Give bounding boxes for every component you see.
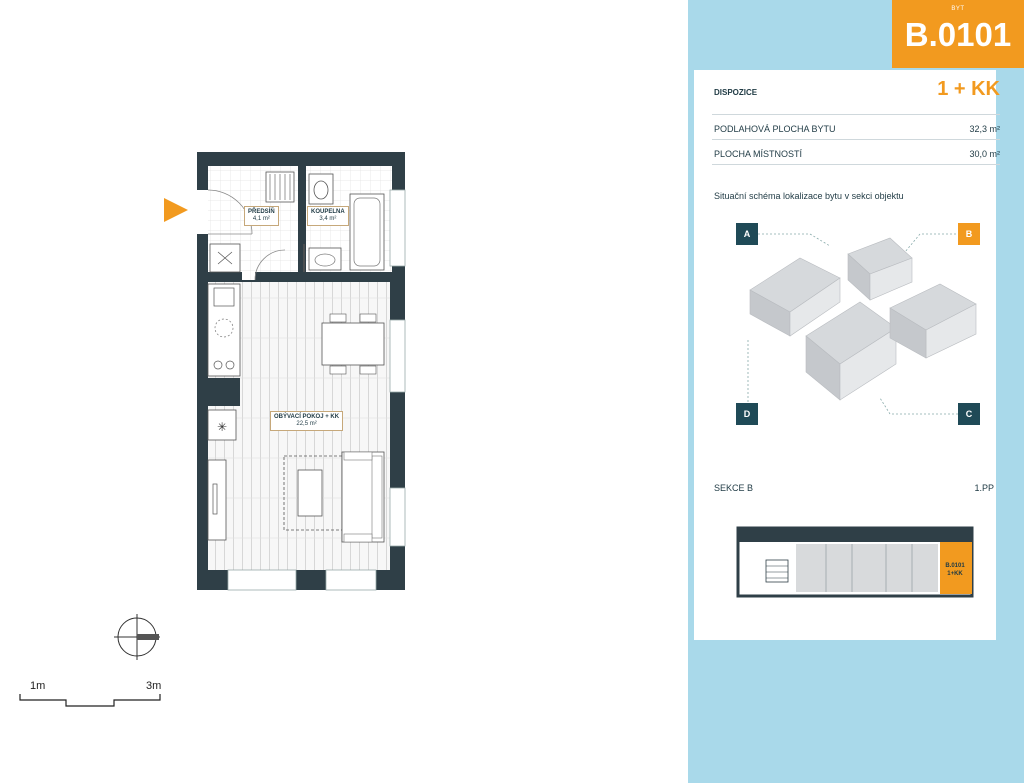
scale-label-3m: 3m (146, 680, 162, 692)
situation-diagram (747, 233, 977, 415)
section-unit-label: B.0101 1+KK (945, 563, 965, 577)
disposition-value: 1 + KK (937, 78, 1000, 100)
svg-text:✳: ✳ (217, 420, 227, 434)
divider (712, 164, 1000, 165)
room-label-living: OBÝVACÍ POKOJ + KK 22,5 m² (270, 411, 344, 431)
floor-area-value: 32,3 m² (969, 124, 1000, 134)
unit-code: B.0101 (904, 16, 1012, 53)
floor-level-label: 1.PP (974, 483, 994, 493)
corner-marker-a: A (736, 223, 758, 245)
entrance-arrow-icon (164, 198, 188, 222)
corner-marker-b: B (958, 223, 980, 245)
scale-bar (19, 694, 161, 707)
divider (712, 114, 1000, 115)
section-label: SEKCE B (714, 483, 754, 493)
corner-marker-c: C (958, 403, 980, 425)
room-label-hall: PŘEDSÍŇ 4,1 m² (244, 206, 279, 226)
divider (712, 139, 1000, 140)
unit-kicker: BYT (951, 6, 965, 12)
north-compass-icon (114, 614, 160, 660)
floor-plan: ✳ (164, 152, 406, 591)
disposition-label: DISPOZICE (714, 88, 758, 97)
room-label-bathroom: KOUPELNA 3,4 m² (307, 206, 349, 226)
rooms-area-label: PLOCHA MÍSTNOSTÍ (714, 149, 803, 159)
situation-caption: Situační schéma lokalizace bytu v sekci … (714, 191, 904, 201)
scale-label-1m: 1m (30, 680, 46, 692)
corner-marker-d: D (736, 403, 758, 425)
floor-area-label: PODLAHOVÁ PLOCHA BYTU (714, 124, 836, 134)
rooms-area-value: 30,0 m² (969, 149, 1000, 159)
